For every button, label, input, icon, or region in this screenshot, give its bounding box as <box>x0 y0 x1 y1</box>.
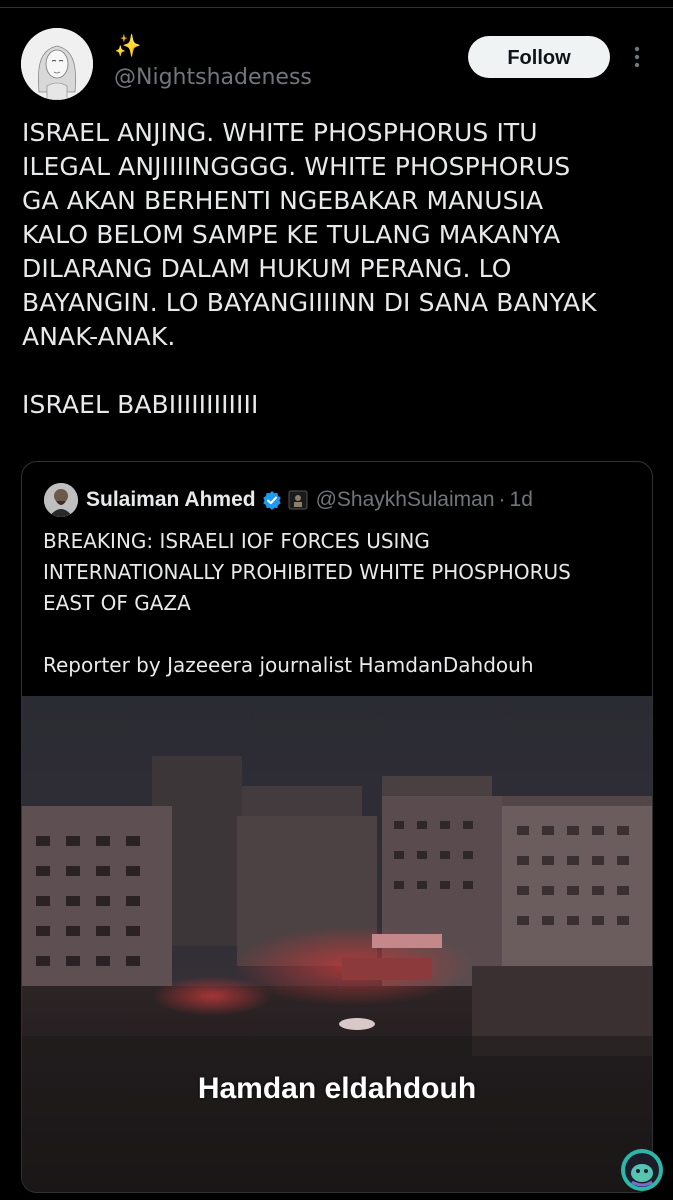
verified-badge-icon <box>262 490 282 510</box>
affiliate-badge-icon <box>288 490 308 510</box>
app-badge-icon[interactable] <box>620 1148 664 1192</box>
top-divider <box>0 0 673 8</box>
quoted-header: Sulaiman Ahmed @ShaykhSulaiman · 1d <box>86 484 533 516</box>
quoted-avatar[interactable] <box>44 483 78 517</box>
avatar[interactable] <box>21 28 93 100</box>
quoted-display-name[interactable]: Sulaiman Ahmed <box>86 488 256 512</box>
quoted-handle[interactable]: @ShaykhSulaiman <box>316 488 495 512</box>
header-separator: · <box>498 488 506 511</box>
display-name[interactable]: ✨ <box>114 34 141 60</box>
quoted-timestamp[interactable]: 1d <box>510 488 533 512</box>
follow-button[interactable]: Follow <box>468 36 610 78</box>
more-vertical-icon[interactable] <box>628 44 646 72</box>
video-thumbnail[interactable]: Hamdan eldahdouh <box>22 696 652 1192</box>
username-handle[interactable]: @Nightshadeness <box>114 64 312 92</box>
quoted-post-text: BREAKING: ISRAELI IOF FORCES USING INTER… <box>43 529 571 677</box>
quoted-post-card[interactable]: Sulaiman Ahmed @ShaykhSulaiman · 1d BREA… <box>21 461 653 1193</box>
post-text: ISRAEL ANJING. WHITE PHOSPHORUS ITU ILEG… <box>22 118 597 419</box>
video-caption: Hamdan eldahdouh <box>197 1072 477 1105</box>
